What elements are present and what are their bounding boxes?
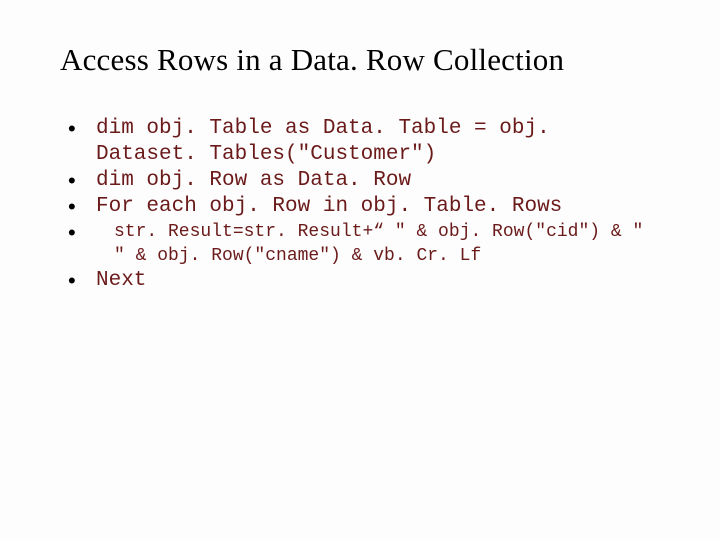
code-line: For each obj. Row in obj. Table. Rows — [96, 195, 562, 218]
list-item: dim obj. Row as Data. Row — [68, 168, 660, 194]
code-line: dim obj. Row as Data. Row — [96, 169, 411, 192]
code-line: dim obj. Table as Data. Table = obj. Dat… — [96, 117, 562, 166]
slide: Access Rows in a Data. Row Collection di… — [0, 0, 720, 540]
list-item: For each obj. Row in obj. Table. Rows — [68, 194, 660, 220]
list-item: dim obj. Table as Data. Table = obj. Dat… — [68, 116, 660, 168]
slide-title: Access Rows in a Data. Row Collection — [60, 42, 660, 78]
list-item: Next — [68, 268, 660, 294]
bullet-list: dim obj. Table as Data. Table = obj. Dat… — [60, 116, 660, 294]
code-line: str. Result=str. Result+“ " & obj. Row("… — [96, 220, 660, 268]
code-line: Next — [96, 269, 146, 292]
list-item: str. Result=str. Result+“ " & obj. Row("… — [68, 220, 660, 268]
